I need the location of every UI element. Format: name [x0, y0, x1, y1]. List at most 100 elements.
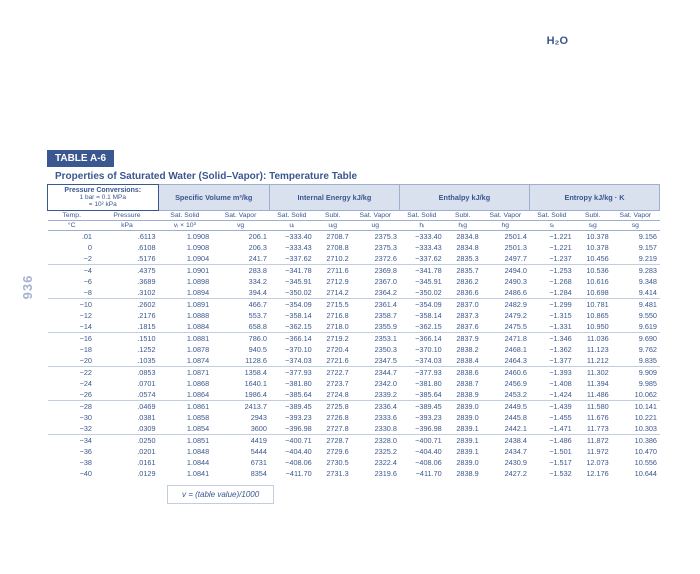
cell: 2712.9	[314, 276, 351, 287]
cell: 10.781	[574, 299, 611, 311]
cell: .6108	[96, 242, 158, 253]
cell: 2839.0	[444, 457, 481, 468]
cell: 10.698	[574, 287, 611, 299]
cell: 2837.3	[444, 310, 481, 321]
cell: −362.15	[399, 321, 444, 333]
cell: 2475.5	[481, 321, 529, 333]
cell: −404.40	[269, 446, 314, 457]
cell: 2322.4	[351, 457, 399, 468]
cell: 9.283	[611, 265, 659, 277]
colhead2-11: sᵢg	[574, 221, 611, 231]
cell: 2718.0	[314, 321, 351, 333]
cell: 10.865	[574, 310, 611, 321]
colhead2-0: °C	[48, 221, 96, 231]
col-header-1: Temp.PressureSat. SolidSat. VaporSat. So…	[48, 211, 660, 221]
cell: −381.80	[269, 378, 314, 389]
cell: −2	[48, 253, 96, 265]
cell: −366.14	[399, 333, 444, 345]
cell: −377.93	[269, 367, 314, 379]
colhead2-12: sg	[611, 221, 659, 231]
cell: 2501.3	[481, 242, 529, 253]
cell: 2714.2	[314, 287, 351, 299]
cell: .6113	[96, 231, 158, 243]
cell: 2501.4	[481, 231, 529, 243]
cell: 1.0908	[158, 242, 212, 253]
cell: .0129	[96, 468, 158, 479]
cell: −20	[48, 355, 96, 367]
colhead2-8: hᵢg	[444, 221, 481, 231]
cell: −396.98	[399, 423, 444, 435]
colhead1-8: Subl.	[444, 211, 481, 221]
cell: −34	[48, 435, 96, 447]
cell: 10.644	[611, 468, 659, 479]
cell: −22	[48, 367, 96, 379]
cell: 553.7	[212, 310, 270, 321]
cell: 2711.6	[314, 265, 351, 277]
cell: −14	[48, 321, 96, 333]
cell: 2364.2	[351, 287, 399, 299]
cell: −366.14	[269, 333, 314, 345]
cell: 2839.0	[444, 412, 481, 423]
cell: −362.15	[269, 321, 314, 333]
table-row: −40.01291.08418354−411.702731.32319.6−41…	[48, 468, 660, 479]
cell: 2319.6	[351, 468, 399, 479]
cell: 2943	[212, 412, 270, 423]
cell: −1.268	[529, 276, 574, 287]
conv-title: Pressure Conversions:	[50, 187, 156, 194]
cell: 2339.2	[351, 389, 399, 401]
cell: 1.0894	[158, 287, 212, 299]
cell: 2490.3	[481, 276, 529, 287]
cell: 2838.9	[444, 389, 481, 401]
cell: 2834.8	[444, 231, 481, 243]
cell: 11.872	[574, 435, 611, 447]
cell: .1035	[96, 355, 158, 367]
cell: 11.212	[574, 355, 611, 367]
cell: 1358.4	[212, 367, 270, 379]
cell: 2837.0	[444, 299, 481, 311]
cell: 2344.7	[351, 367, 399, 379]
cell: 9.619	[611, 321, 659, 333]
cell: .01	[48, 231, 96, 243]
cell: −10	[48, 299, 96, 311]
cell: 2347.5	[351, 355, 399, 367]
cell: 1.0848	[158, 446, 212, 457]
cell: 2445.8	[481, 412, 529, 423]
cell: 11.773	[574, 423, 611, 435]
group-header-row: Pressure Conversions: 1 bar = 0.1 MPa = …	[48, 185, 660, 211]
cell: 1.0871	[158, 367, 212, 379]
cell: .0574	[96, 389, 158, 401]
cell: 1.0878	[158, 344, 212, 355]
cell: 10.378	[574, 242, 611, 253]
cell: −389.45	[399, 401, 444, 413]
cell: 9.690	[611, 333, 659, 345]
cell: −1.517	[529, 457, 574, 468]
cell: 2468.1	[481, 344, 529, 355]
data-table: Pressure Conversions: 1 bar = 0.1 MPa = …	[47, 184, 660, 479]
cell: −1.315	[529, 310, 574, 321]
cell: 2471.8	[481, 333, 529, 345]
cell: 0	[48, 242, 96, 253]
cell: 2836.2	[444, 276, 481, 287]
cell: 1.0868	[158, 378, 212, 389]
cell: −1.253	[529, 265, 574, 277]
colhead2-2: vᵢ × 10³	[158, 221, 212, 231]
cell: 2449.5	[481, 401, 529, 413]
cell: 2367.0	[351, 276, 399, 287]
table-row: −6.36891.0898334.2−345.912712.92367.0−34…	[48, 276, 660, 287]
grp-enthalpy: Enthalpy kJ/kg	[399, 185, 529, 211]
cell: −377.93	[399, 367, 444, 379]
cell: .3689	[96, 276, 158, 287]
cell: −350.02	[269, 287, 314, 299]
colhead2-10: sᵢ	[529, 221, 574, 231]
cell: −1.284	[529, 287, 574, 299]
cell: 9.835	[611, 355, 659, 367]
cell: .0381	[96, 412, 158, 423]
table-row: −2.51761.0904241.7−337.622710.22372.6−33…	[48, 253, 660, 265]
cell: −1.471	[529, 423, 574, 435]
cell: 10.556	[611, 457, 659, 468]
cell: 10.386	[611, 435, 659, 447]
cell: −30	[48, 412, 96, 423]
cell: 11.676	[574, 412, 611, 423]
cell: 1.0884	[158, 321, 212, 333]
cell: −408.06	[269, 457, 314, 468]
